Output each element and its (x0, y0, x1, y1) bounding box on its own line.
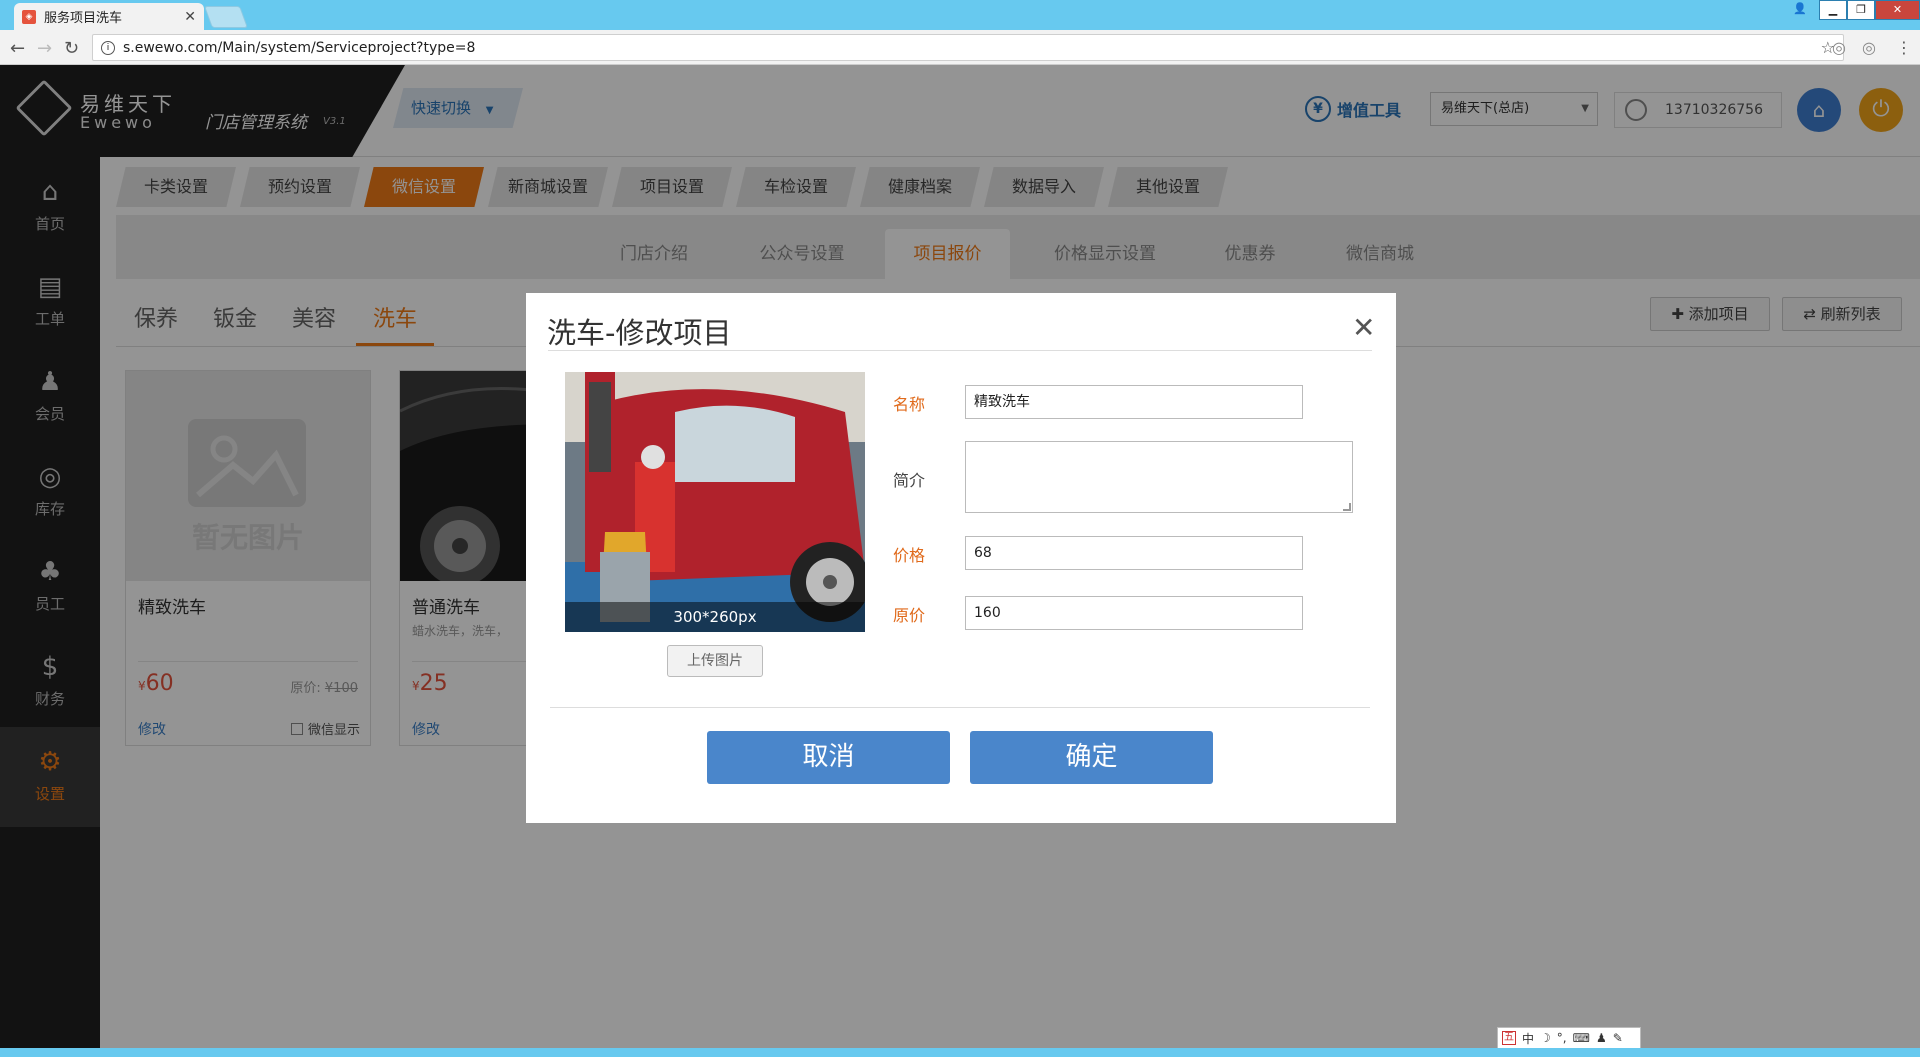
ime-logo-icon: 五 (1502, 1031, 1516, 1045)
extension-icon[interactable]: ◎ (1862, 38, 1876, 57)
window-close-button[interactable]: ✕ (1875, 0, 1920, 20)
minimize-button[interactable]: ▁ (1819, 0, 1847, 20)
description-label: 简介 (893, 471, 926, 490)
close-icon[interactable]: ✕ (1352, 311, 1375, 344)
resize-grip-icon[interactable] (1343, 503, 1351, 511)
image-size-caption: 300*260px (565, 602, 865, 632)
original-price-label: 原价 (893, 606, 926, 625)
taskbar (0, 1048, 1920, 1057)
original-price-field[interactable]: 160 (965, 596, 1303, 630)
price-field[interactable]: 68 (965, 536, 1303, 570)
tab-close-icon[interactable]: ✕ (184, 9, 196, 25)
profile-icon[interactable]: 👤 (1790, 0, 1810, 20)
ime-toolbar[interactable]: 五 中 ☽ °, ⌨ ♟ ✎ (1497, 1027, 1641, 1049)
menu-icon[interactable]: ⋮ (1896, 38, 1912, 57)
dialog-title-divider (548, 350, 1372, 351)
forward-icon[interactable]: → (37, 38, 52, 59)
confirm-button[interactable]: 确定 (970, 731, 1213, 784)
dialog-title: 洗车-修改项目 (547, 316, 732, 350)
browser-titlebar (0, 0, 1920, 30)
extension-icon[interactable]: ◎ (1832, 38, 1846, 57)
url-text: s.ewewo.com/Main/system/Serviceproject?t… (123, 39, 476, 56)
dialog-footer-divider (550, 707, 1370, 708)
favicon-icon: ◈ (22, 9, 36, 24)
project-image (565, 372, 865, 632)
restore-button[interactable]: ❐ (1847, 0, 1875, 20)
description-field[interactable] (965, 441, 1353, 513)
wrench-icon[interactable]: ✎ (1613, 1031, 1623, 1045)
punctuation-icon[interactable]: °, (1557, 1031, 1567, 1045)
cancel-button[interactable]: 取消 (707, 731, 950, 784)
url-field[interactable]: i s.ewewo.com/Main/system/Serviceproject… (92, 34, 1844, 61)
name-field[interactable]: 精致洗车 (965, 385, 1303, 419)
user-icon[interactable]: ♟ (1596, 1031, 1607, 1045)
keyboard-icon[interactable]: ⌨ (1573, 1031, 1590, 1045)
browser-tab[interactable]: ◈ 服务项目洗车 ✕ (14, 3, 204, 30)
moon-icon[interactable]: ☽ (1540, 1031, 1551, 1045)
info-icon[interactable]: i (101, 40, 115, 55)
tab-title: 服务项目洗车 (44, 11, 123, 26)
new-tab-button[interactable] (203, 6, 249, 28)
upload-image-button[interactable]: 上传图片 (667, 645, 763, 677)
reload-icon[interactable]: ↻ (64, 38, 79, 59)
name-label: 名称 (893, 395, 926, 414)
back-icon[interactable]: ← (10, 38, 25, 59)
ime-mode[interactable]: 中 (1522, 1030, 1534, 1047)
price-label: 价格 (893, 546, 926, 565)
